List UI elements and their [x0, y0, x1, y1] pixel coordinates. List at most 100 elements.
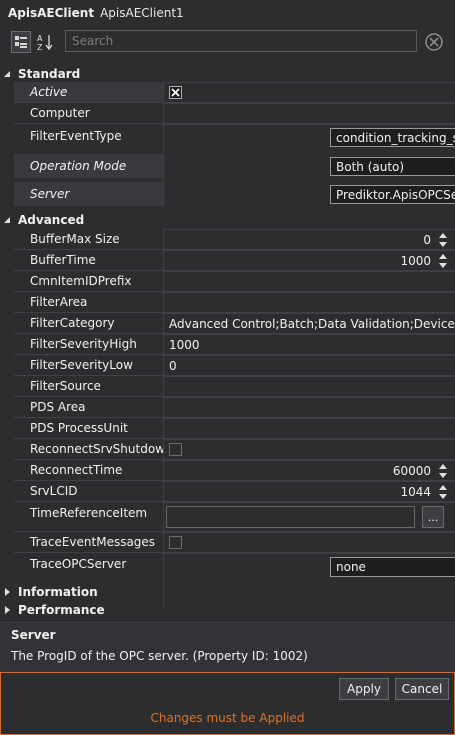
property-row-operation-mode: Operation Mode Both (auto) — [0, 154, 455, 180]
property-value — [164, 82, 455, 102]
property-row-buffer-time: BufferTime 1000 — [0, 250, 455, 271]
spinner-arrows-icon[interactable] — [437, 463, 449, 479]
object-type: ApisAEClient1 — [100, 6, 184, 20]
property-row-server: Server Prediktor.ApisOPCServer.APIS_OPCA… — [0, 182, 455, 208]
collapse-triangle-icon — [0, 216, 14, 224]
time-reference-item-input[interactable] — [166, 506, 415, 528]
active-checkbox[interactable] — [169, 86, 182, 99]
property-name: Computer — [30, 106, 90, 120]
property-row-buffer-max-size: BufferMax Size 0 — [0, 229, 455, 250]
spinner-arrows-icon[interactable] — [437, 253, 449, 269]
property-name: FilterEventType — [30, 129, 122, 143]
property-name: FilterCategory — [30, 316, 115, 330]
categorized-icon — [15, 36, 27, 48]
property-row-reconnect-time: ReconnectTime 60000 — [0, 460, 455, 481]
category-label: Advanced — [18, 212, 85, 227]
property-value: none — [164, 553, 455, 578]
property-name: PDS Area — [30, 400, 86, 414]
buffer-max-size-value[interactable]: 0 — [164, 229, 455, 249]
property-name: TraceEventMessages — [30, 535, 156, 549]
spinner-arrows-icon[interactable] — [437, 232, 449, 248]
property-name: TimeReferenceItem — [30, 506, 148, 520]
property-row-active: Active — [0, 82, 455, 103]
category-label: Information — [18, 584, 98, 599]
collapse-triangle-icon — [0, 70, 14, 78]
alphabetical-sort-button[interactable]: A Z — [35, 31, 55, 53]
property-name: TraceOPCServer — [30, 557, 127, 571]
filter-severity-high-value[interactable]: 1000 — [164, 334, 455, 354]
filter-category-value[interactable]: Advanced Control;Batch;Data Validation;D… — [164, 313, 455, 333]
category-label: Standard — [18, 66, 81, 81]
property-name: Operation Mode — [14, 154, 163, 178]
property-row-filter-severity-high: FilterSeverityHigh 1000 — [0, 334, 455, 355]
filter-area-value[interactable] — [164, 292, 455, 312]
svg-text:Z: Z — [37, 43, 43, 51]
property-name: ReconnectTime — [30, 463, 123, 477]
clear-search-button[interactable] — [424, 32, 444, 52]
expand-triangle-icon — [0, 587, 14, 596]
property-row-filter-area: FilterArea — [0, 292, 455, 313]
operation-mode-dropdown[interactable]: Both (auto) — [330, 157, 455, 176]
cancel-button[interactable]: Cancel — [395, 678, 449, 700]
category-label: Performance — [18, 602, 105, 617]
category-performance[interactable]: Performance — [0, 601, 455, 618]
description-title: Server — [11, 628, 56, 642]
cmn-item-id-prefix-value[interactable] — [164, 271, 455, 291]
property-row-srv-lcid: SrvLCID 1044 — [0, 481, 455, 502]
property-row-reconnect-srv-shutdown: ReconnectSrvShutdown — [0, 439, 455, 460]
reconnect-srv-shutdown-checkbox[interactable] — [169, 443, 182, 456]
property-row-trace-opc-server: TraceOPCServer none — [0, 553, 455, 579]
description-panel: Server The ProgID of the OPC server. (Pr… — [0, 622, 455, 673]
property-name: BufferTime — [30, 253, 96, 267]
property-name: BufferMax Size — [30, 232, 120, 246]
property-row-filter-source: FilterSource — [0, 376, 455, 397]
filter-event-type-dropdown[interactable]: condition_tracking_simple — [330, 128, 455, 147]
property-value: Both (auto) — [164, 154, 455, 178]
expand-triangle-icon — [0, 605, 14, 614]
property-row-pds-area: PDS Area — [0, 397, 455, 418]
property-value: condition_tracking_simple — [164, 124, 455, 148]
property-grid: Standard Active Computer FilterEventType… — [0, 65, 455, 620]
pds-process-unit-value[interactable] — [164, 418, 455, 438]
filter-severity-low-value[interactable]: 0 — [164, 355, 455, 375]
reconnect-time-value[interactable]: 60000 — [164, 460, 455, 480]
pending-changes-message: Changes must be Applied — [150, 711, 305, 725]
property-row-trace-event-messages: TraceEventMessages — [0, 532, 455, 553]
title-bar: ApisAEClient ApisAEClient1 — [0, 0, 455, 26]
browse-button[interactable]: ... — [422, 506, 444, 528]
property-row-filter-severity-low: FilterSeverityLow 0 — [0, 355, 455, 376]
computer-value[interactable] — [164, 103, 455, 123]
category-information[interactable]: Information — [0, 583, 455, 600]
apply-button[interactable]: Apply — [339, 678, 389, 700]
filter-source-value[interactable] — [164, 376, 455, 396]
property-row-computer: Computer — [0, 103, 455, 124]
property-name: FilterArea — [30, 295, 88, 309]
categorized-view-button[interactable] — [11, 31, 31, 53]
sort-alpha-icon: A Z — [37, 34, 53, 51]
apply-panel: Apply Cancel Changes must be Applied — [0, 672, 455, 735]
category-advanced[interactable]: Advanced — [0, 211, 455, 228]
property-name: FilterSource — [30, 379, 101, 393]
pds-area-value[interactable] — [164, 397, 455, 417]
property-grid-window: ApisAEClient ApisAEClient1 A Z Search St… — [0, 0, 455, 735]
svg-text:A: A — [37, 34, 43, 43]
server-dropdown[interactable]: Prediktor.ApisOPCServer.APIS_OPCAE_SERVE… — [330, 185, 455, 204]
property-value — [164, 532, 455, 552]
category-standard[interactable]: Standard — [0, 65, 455, 82]
check-icon — [171, 88, 180, 97]
property-name: FilterSeverityHigh — [30, 337, 137, 351]
spinner-arrows-icon[interactable] — [437, 484, 449, 500]
property-row-time-reference-item: TimeReferenceItem ... — [0, 502, 455, 532]
trace-event-messages-checkbox[interactable] — [169, 536, 182, 549]
trace-opc-server-dropdown[interactable]: none — [330, 557, 455, 577]
property-name: ReconnectSrvShutdown — [30, 442, 163, 456]
property-row-filter-category: FilterCategory Advanced Control;Batch;Da… — [0, 313, 455, 334]
property-name: CmnItemIDPrefix — [30, 274, 132, 288]
object-name: ApisAEClient — [8, 6, 95, 20]
description-text: The ProgID of the OPC server. (Property … — [11, 649, 308, 663]
property-row-filter-event-type: FilterEventType condition_tracking_simpl… — [0, 124, 455, 150]
buffer-time-value[interactable]: 1000 — [164, 250, 455, 270]
search-input[interactable] — [65, 30, 417, 52]
property-name: Active — [14, 82, 163, 102]
srv-lcid-value[interactable]: 1044 — [164, 481, 455, 501]
